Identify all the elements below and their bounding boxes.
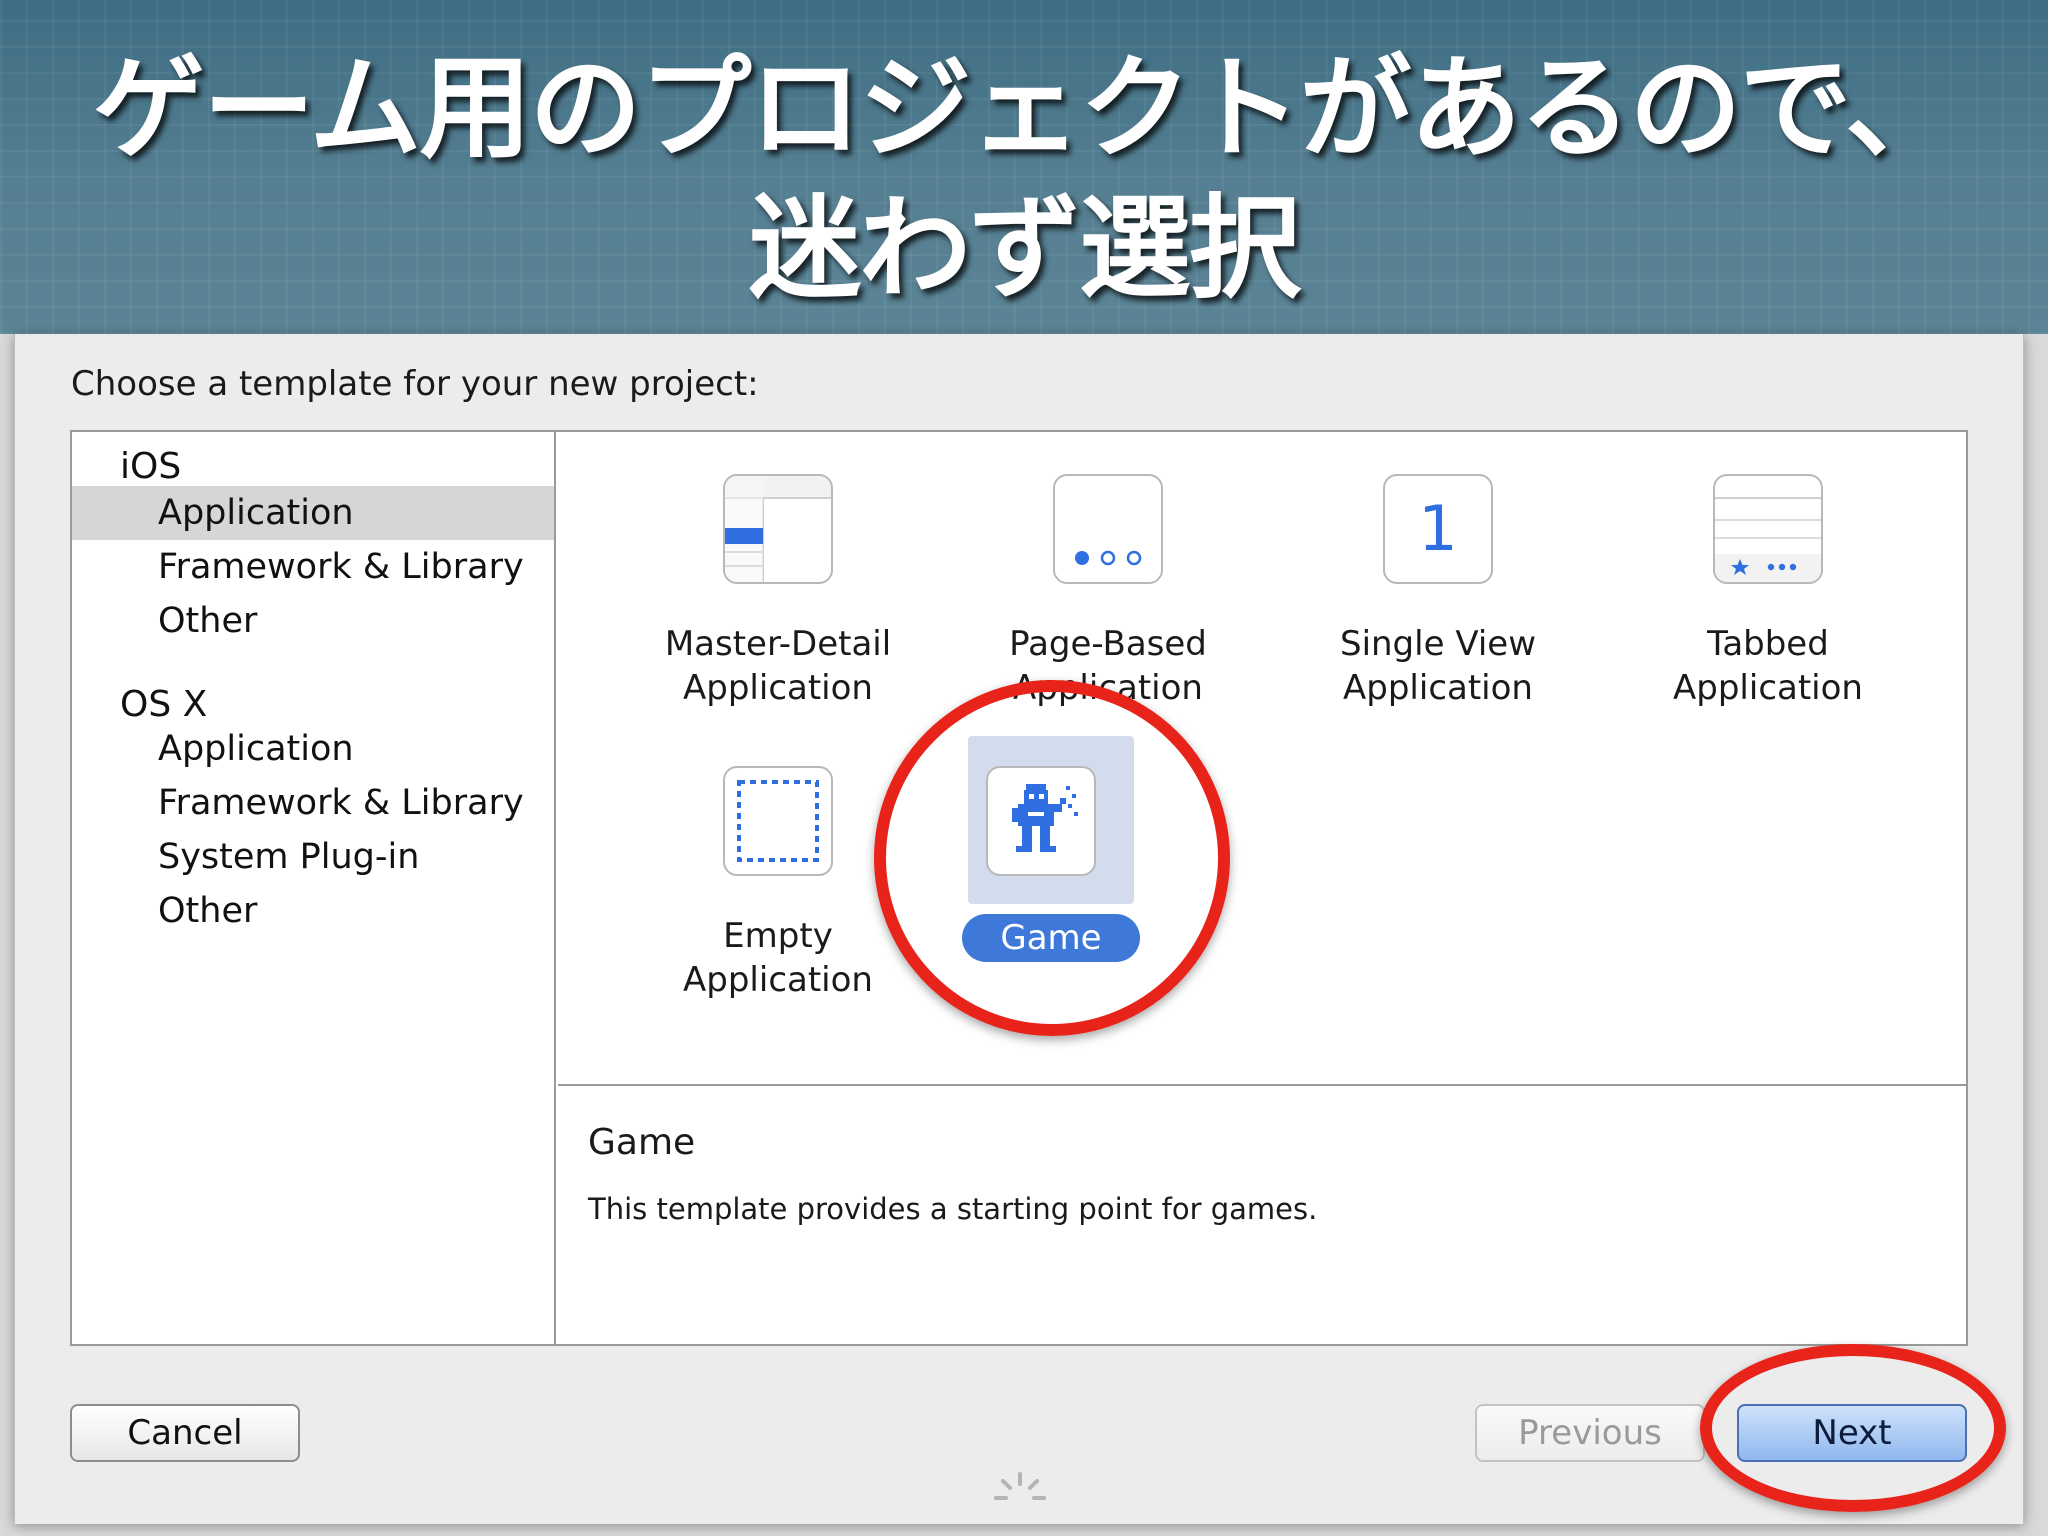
- sidebar-item-ios-other[interactable]: Other: [72, 594, 554, 648]
- template-label: Master-Detail Application: [664, 624, 892, 708]
- sidebar-group-ios: iOS: [120, 446, 182, 487]
- template-grid: Master-Detail Application Page-Based App…: [558, 432, 1966, 1084]
- sidebar-item-ios-framework-library[interactable]: Framework & Library: [72, 540, 554, 594]
- template-game[interactable]: Game: [886, 736, 1166, 1006]
- sidebar-item-osx-system-plugin[interactable]: System Plug-in: [72, 830, 554, 884]
- empty-application-icon: [723, 766, 833, 876]
- dialog-prompt: Choose a template for your new project:: [71, 364, 759, 404]
- master-detail-icon: [723, 474, 833, 584]
- sidebar-item-osx-framework-library[interactable]: Framework & Library: [72, 776, 554, 830]
- template-tabbed[interactable]: Tabbed Application: [1628, 474, 1908, 714]
- tabbed-icon: [1713, 474, 1823, 584]
- banner-title-line-2: 迷わず選択: [749, 184, 1301, 314]
- next-button[interactable]: Next: [1737, 1404, 1967, 1462]
- template-label: Single View Application: [1339, 624, 1536, 708]
- previous-button[interactable]: Previous: [1475, 1404, 1705, 1462]
- template-label: Empty Application: [683, 916, 873, 1000]
- banner-title-line-1: ゲーム用のプロジェクトがあるので、: [92, 44, 1957, 174]
- description-title: Game: [588, 1122, 696, 1163]
- activity-spinner-icon: [994, 1472, 1046, 1500]
- description-text: This template provides a starting point …: [588, 1192, 1318, 1226]
- template-label: Game: [962, 914, 1140, 962]
- new-project-dialog: Choose a template for your new project: …: [14, 334, 2024, 1524]
- sidebar-item-ios-application[interactable]: Application: [72, 486, 554, 540]
- slide-banner: ゲーム用のプロジェクトがあるので、 迷わず選択: [0, 0, 2048, 334]
- template-single-view[interactable]: 1 Single View Application: [1298, 474, 1578, 714]
- platform-sidebar: iOS Application Framework & Library Othe…: [72, 432, 556, 1344]
- template-label: Page-Based Application: [1009, 624, 1207, 708]
- game-icon: [986, 766, 1096, 876]
- template-label: Tabbed Application: [1673, 624, 1863, 708]
- sidebar-item-osx-other[interactable]: Other: [72, 884, 554, 938]
- template-page-based[interactable]: Page-Based Application: [968, 474, 1248, 714]
- template-description-pane: Game This template provides a starting p…: [558, 1084, 1966, 1344]
- cancel-button[interactable]: Cancel: [70, 1404, 300, 1462]
- template-master-detail[interactable]: Master-Detail Application: [638, 474, 918, 714]
- single-view-icon-number: 1: [1418, 492, 1458, 565]
- page-based-icon: [1053, 474, 1163, 584]
- sidebar-group-osx: OS X: [120, 684, 208, 725]
- template-chooser: iOS Application Framework & Library Othe…: [70, 430, 1968, 1346]
- sidebar-item-osx-application[interactable]: Application: [72, 722, 554, 776]
- template-empty-application[interactable]: Empty Application: [638, 766, 918, 1006]
- single-view-icon: 1: [1383, 474, 1493, 584]
